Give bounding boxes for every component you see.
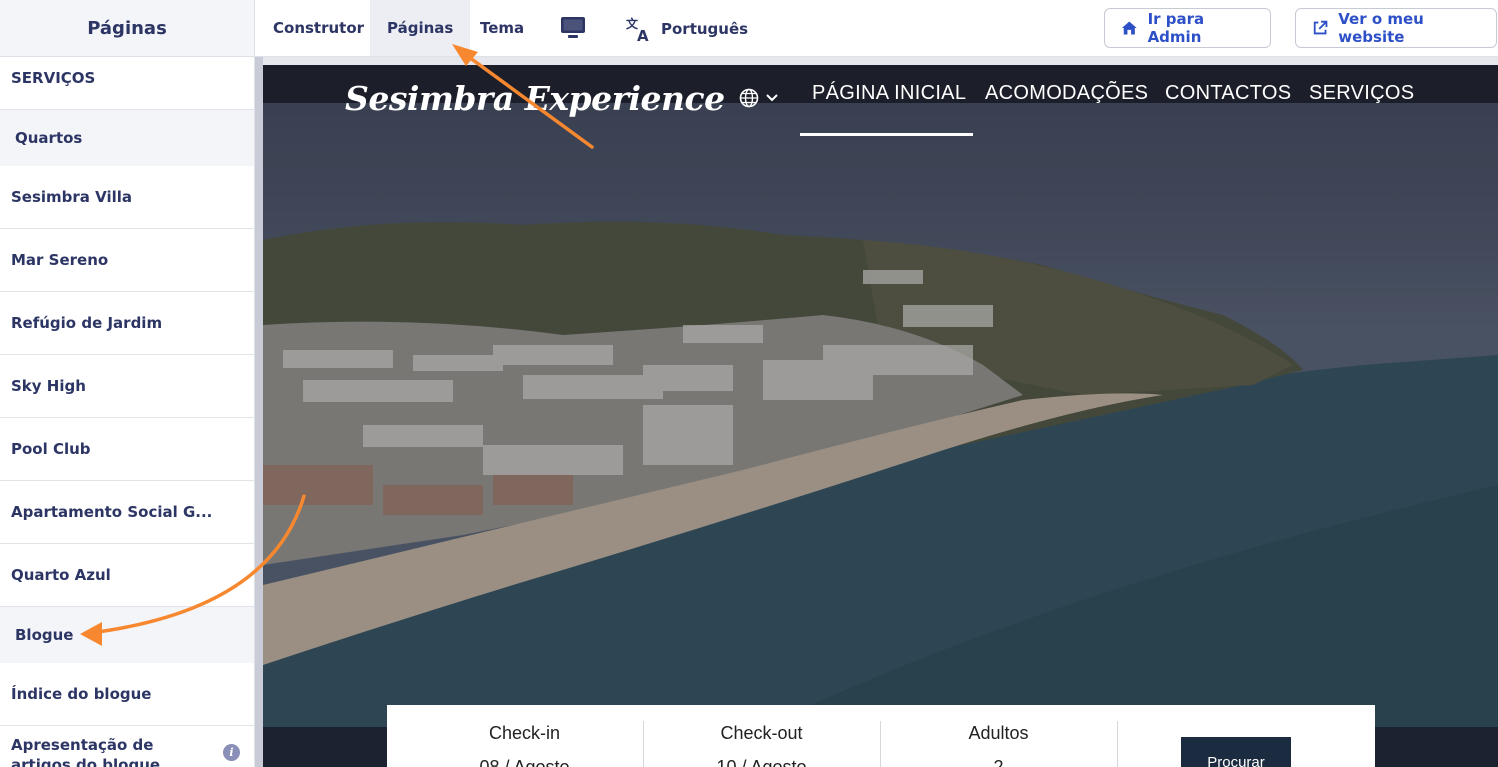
nav-contactos[interactable]: CONTACTOS [1165, 82, 1291, 105]
checkin-label: Check-in [488, 723, 561, 743]
sidebar-item-indice-do-blogue[interactable]: Índice do blogue [0, 663, 254, 726]
checkout-label: Check-out [720, 723, 803, 743]
sidebar-group-quartos[interactable]: Quartos [0, 110, 254, 166]
nav-servicos[interactable]: SERVIÇOS [1309, 82, 1414, 105]
sidebar-item-label: Apartamento Social G... [11, 503, 213, 521]
preview-top-gap [263, 57, 1498, 65]
tab-construtor[interactable]: Construtor [256, 0, 381, 56]
language-selector[interactable]: 文 A Português [625, 12, 748, 46]
sidebar-item-sky-high[interactable]: Sky High [0, 355, 254, 418]
adults-value: 2 [993, 757, 1004, 767]
tab-tema[interactable]: Tema [463, 0, 541, 56]
search-button[interactable]: Procurar [1181, 737, 1291, 767]
active-nav-underline [800, 133, 973, 136]
info-icon[interactable]: i [223, 744, 240, 761]
go-to-admin-button[interactable]: Ir para Admin [1104, 8, 1271, 48]
home-icon [1121, 21, 1137, 35]
pages-sidebar: Páginas SERVIÇOS Quartos Sesimbra Villa … [0, 0, 255, 767]
sidebar-item-label: Mar Sereno [11, 251, 109, 269]
nav-pagina-inicial[interactable]: PÁGINA INICIAL [812, 82, 966, 105]
sidebar-item-apartamento-social[interactable]: Apartamento Social G... [0, 481, 254, 544]
booking-widget: Check-in 08 / Agosto Check-out 10 / Agos… [387, 705, 1375, 767]
sidebar-group-blogue[interactable]: Blogue [0, 607, 254, 663]
chevron-down-icon [766, 94, 778, 102]
sidebar-group-label: Quartos [15, 129, 83, 147]
sidebar-item-sesimbra-villa[interactable]: Sesimbra Villa [0, 166, 254, 229]
svg-text:A: A [637, 27, 649, 43]
sidebar-item-pool-club[interactable]: Pool Club [0, 418, 254, 481]
checkout-value: 10 / Agosto [716, 757, 807, 767]
sidebar-item-label: Apresentação de artigos do blogue [11, 736, 161, 767]
language-dropdown[interactable] [739, 87, 783, 109]
go-to-admin-label: Ir para Admin [1147, 10, 1205, 46]
sidebar-item-label: Sky High [11, 377, 86, 395]
sidebar-item-refugio-de-jardim[interactable]: Refúgio de Jardim [0, 292, 254, 355]
adults-label: Adultos [968, 723, 1029, 743]
sidebar-scrollbar[interactable] [255, 57, 263, 767]
view-website-button[interactable]: Ver o meu website [1295, 8, 1497, 48]
sidebar-item-mar-sereno[interactable]: Mar Sereno [0, 229, 254, 292]
divider [1117, 721, 1118, 767]
hero-image [263, 65, 1498, 727]
nav-acomodacoes[interactable]: ACOMODAÇÕES [985, 82, 1148, 105]
builder-topbar: Construtor Páginas Tema 文 A Português Ir… [255, 0, 1498, 57]
checkin-value: 08 / Agosto [479, 757, 570, 767]
website-preview[interactable]: Sesimbra Experience PÁGINA INICIAL ACOMO… [263, 57, 1498, 767]
sidebar-item-label: Refúgio de Jardim [11, 314, 163, 332]
sidebar-item-label: Quarto Azul [11, 566, 111, 584]
tab-label: Páginas [387, 19, 454, 37]
tab-paginas[interactable]: Páginas [370, 0, 471, 56]
checkout-field[interactable]: Check-out 10 / Agosto [643, 705, 880, 767]
checkin-field[interactable]: Check-in 08 / Agosto [406, 705, 643, 767]
translate-icon: 文 A [626, 16, 649, 43]
external-link-icon [1313, 20, 1328, 35]
tab-label: Tema [480, 19, 525, 37]
sidebar-item-label: Pool Club [11, 440, 91, 458]
sidebar-item-quarto-azul[interactable]: Quarto Azul [0, 544, 254, 607]
sidebar-group-label: Blogue [15, 626, 74, 644]
sidebar-item-label: Índice do blogue [11, 685, 152, 703]
adults-field[interactable]: Adultos 2 [880, 705, 1117, 767]
site-logo[interactable]: Sesimbra Experience [345, 79, 725, 118]
view-website-label: Ver o meu website [1338, 10, 1424, 46]
tab-label: Construtor [273, 19, 365, 37]
desktop-monitor-icon[interactable] [560, 16, 586, 40]
sidebar-item-label: SERVIÇOS [11, 69, 96, 87]
sidebar-item-servicos[interactable]: SERVIÇOS [0, 57, 254, 110]
language-label: Português [661, 20, 749, 38]
sidebar-item-label: Sesimbra Villa [11, 188, 133, 206]
sidebar-title: Páginas [0, 0, 254, 57]
globe-icon [739, 88, 759, 108]
sidebar-item-apresentacao-artigos[interactable]: Apresentação de artigos do blogue i [0, 726, 254, 767]
